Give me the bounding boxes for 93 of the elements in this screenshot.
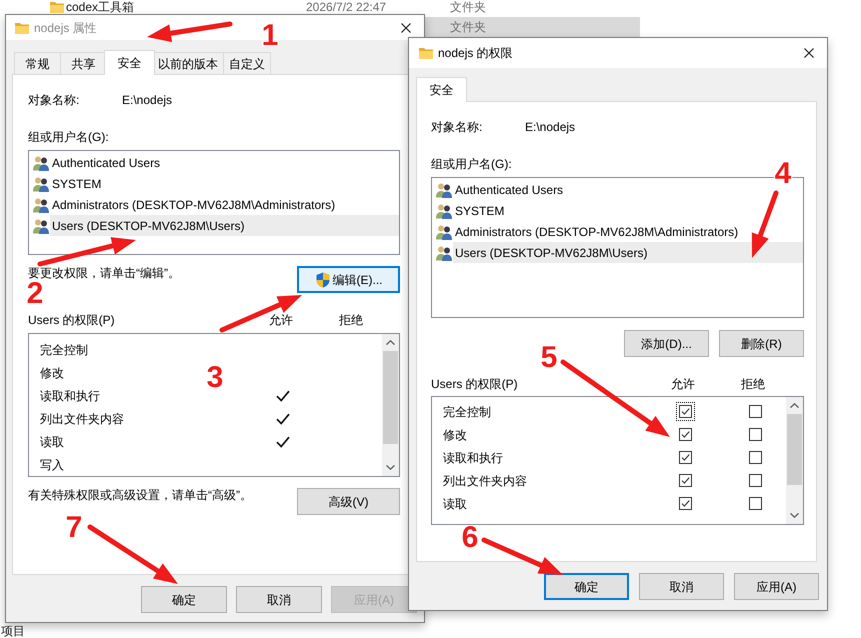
checkbox[interactable] xyxy=(678,428,692,441)
checkbox[interactable] xyxy=(678,451,692,464)
checkbox[interactable] xyxy=(748,451,762,464)
user-group-icon xyxy=(33,176,49,192)
column-header: 拒绝 xyxy=(741,377,765,391)
checkmark-icon xyxy=(680,475,690,486)
checkbox[interactable] xyxy=(748,428,762,441)
object-path: E:\nodejs xyxy=(525,120,576,134)
folder-icon xyxy=(50,1,64,13)
advanced-button[interactable]: 高级(V) xyxy=(297,488,400,515)
step-number: 6 xyxy=(462,523,478,553)
add-button[interactable]: 添加(D)... xyxy=(624,330,709,357)
checkbox[interactable] xyxy=(678,474,692,487)
object-path: E:\nodejs xyxy=(122,93,172,107)
user-group-icon xyxy=(436,182,452,198)
checkmark-icon xyxy=(680,498,690,509)
ok-button[interactable]: 确定 xyxy=(141,586,227,613)
group-list-item[interactable]: Authenticated Users xyxy=(29,152,399,173)
user-group-icon xyxy=(33,218,49,234)
modified-date: 2026/7/2 22:47 xyxy=(306,0,386,14)
checkmark-icon xyxy=(680,406,690,417)
folder-icon xyxy=(419,47,433,59)
arrow xyxy=(752,190,778,258)
permission-name: 修改 xyxy=(443,428,467,442)
file-list-row[interactable]: codex工具箱 2026/7/2 22:47 文件夹 xyxy=(50,0,640,17)
status-text: 项目 xyxy=(1,624,25,638)
remove-button[interactable]: 删除(R) xyxy=(719,330,804,357)
checkbox[interactable] xyxy=(678,497,692,510)
scrollbar-thumb[interactable] xyxy=(383,351,398,444)
folder-icon xyxy=(15,22,29,34)
permissions-label: Users 的权限(P) xyxy=(28,313,115,327)
chevron-up-icon[interactable] xyxy=(386,340,395,345)
permission-name: 读取 xyxy=(443,496,467,510)
checkbox[interactable] xyxy=(748,474,762,487)
user-group-icon xyxy=(436,224,452,240)
scrollbar-thumb[interactable] xyxy=(787,414,802,485)
apply-button[interactable]: 应用(A) xyxy=(734,573,819,600)
permission-name: 修改 xyxy=(40,366,64,380)
permission-name: 写入 xyxy=(40,458,64,472)
tab[interactable]: 常规 xyxy=(14,52,61,74)
user-group-icon xyxy=(436,244,452,260)
tab[interactable]: 安全 xyxy=(104,50,155,75)
column-header: 允许 xyxy=(269,313,293,327)
ok-button[interactable]: 确定 xyxy=(544,573,629,600)
field-label: 组或用户名(G): xyxy=(28,130,109,144)
hint-text: 要更改权限，请单击“编辑”。 xyxy=(28,266,180,280)
checkbox[interactable] xyxy=(748,497,762,510)
window-title: nodejs 属性 xyxy=(34,20,97,34)
edit-button[interactable]: 编辑(E)... xyxy=(297,266,400,293)
user-group-icon xyxy=(33,154,49,170)
checkmark-icon xyxy=(680,452,690,463)
user-group-icon xyxy=(436,202,452,218)
checkmark-icon xyxy=(680,429,690,440)
permission-name: 完全控制 xyxy=(443,404,491,418)
window-title: nodejs 的权限 xyxy=(438,46,513,60)
chevron-down-icon[interactable] xyxy=(790,513,799,518)
step-number: 7 xyxy=(66,513,82,543)
cancel-button[interactable]: 取消 xyxy=(639,573,724,600)
shield-icon xyxy=(314,272,330,288)
group-list-item[interactable]: SYSTEM xyxy=(29,173,399,194)
field-label: 对象名称: xyxy=(431,120,482,134)
close-icon xyxy=(401,22,411,32)
user-group-icon xyxy=(33,196,49,212)
permission-name: 读取 xyxy=(40,434,64,448)
column-header: 拒绝 xyxy=(339,313,363,327)
permission-name: 读取和执行 xyxy=(40,388,100,402)
column-header: 允许 xyxy=(671,377,695,391)
file-type: 文件夹 xyxy=(450,20,486,34)
field-label: 组或用户名(G): xyxy=(431,157,512,171)
group-list-item[interactable]: Administrators (DESKTOP-MV62J8M\Administrators) xyxy=(29,194,399,215)
checkbox[interactable] xyxy=(748,405,762,418)
group-list-item[interactable]: SYSTEM xyxy=(432,200,803,221)
permission-name: 完全控制 xyxy=(40,342,88,356)
permissions-label: Users 的权限(P) xyxy=(431,377,518,391)
tab[interactable]: 自定义 xyxy=(223,52,271,74)
step-number: 2 xyxy=(26,279,44,309)
step-number: 1 xyxy=(262,21,278,51)
cancel-button[interactable]: 取消 xyxy=(236,586,322,613)
checkbox[interactable] xyxy=(678,405,692,418)
chevron-down-icon[interactable] xyxy=(386,465,395,470)
hint-text: 有关特殊权限或高级设置，请单击“高级”。 xyxy=(28,488,252,502)
field-label: 对象名称: xyxy=(28,93,80,107)
step-number: 3 xyxy=(206,363,224,393)
chevron-up-icon[interactable] xyxy=(790,403,799,408)
close-icon xyxy=(804,48,814,58)
file-name: codex工具箱 xyxy=(66,0,134,14)
permission-name: 列出文件夹内容 xyxy=(40,412,124,426)
permission-name: 读取和执行 xyxy=(443,450,503,464)
group-list-item[interactable]: Administrators (DESKTOP-MV62J8M\Administrators) xyxy=(432,221,803,242)
tab[interactable]: 安全 xyxy=(416,77,467,102)
permission-name: 列出文件夹内容 xyxy=(443,474,527,488)
file-type: 文件夹 xyxy=(450,0,486,14)
step-number: 5 xyxy=(540,343,558,373)
